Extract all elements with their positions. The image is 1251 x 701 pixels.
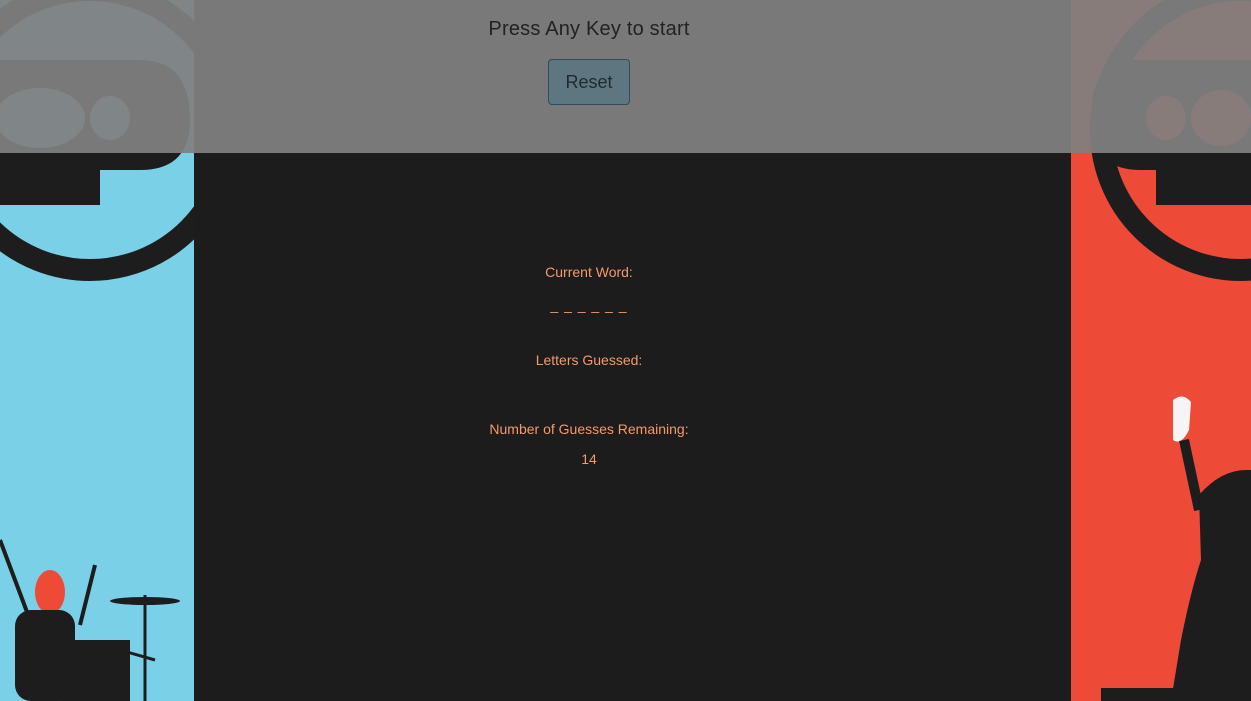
letters-guessed-label: Letters Guessed: (535, 352, 643, 368)
current-word: _ _ _ _ _ _ (550, 297, 628, 313)
reset-button[interactable]: Reset (548, 59, 630, 105)
guesses-remaining: 14 (581, 451, 597, 467)
start-prompt: Press Any Key to start (488, 18, 690, 40)
guesses-remaining-label: Number of Guesses Remaining: (489, 421, 689, 437)
current-word-label: Current Word: (545, 264, 633, 280)
